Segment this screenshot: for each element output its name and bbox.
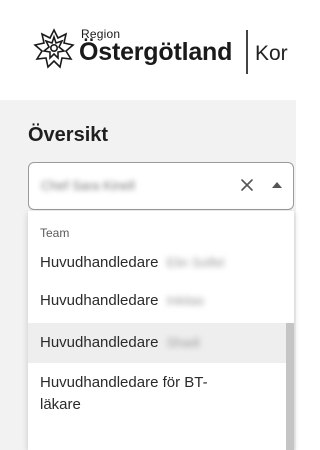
team-select[interactable]: Chef Sara Kinell xyxy=(28,162,294,210)
dropdown-menu: Team Huvudhandledare Elin Solfel Huvudha… xyxy=(28,211,294,450)
dropdown-option[interactable]: Huvudhandledare för BT- läkare xyxy=(28,364,286,426)
option-label: Huvudhandledare xyxy=(40,254,159,271)
option-detail: Shadi xyxy=(166,335,200,350)
app-header: Region Östergötland Kor xyxy=(0,0,296,100)
header-app-label[interactable]: Kor xyxy=(255,42,288,66)
main-content: Översikt Chef Sara Kinell Team Huvudhand… xyxy=(0,100,296,450)
group-label: Team xyxy=(40,226,70,240)
logo-text-big: Östergötland xyxy=(79,38,233,66)
option-label: Huvudhandledare för BT- xyxy=(40,374,208,391)
option-detail: Elin Solfel xyxy=(166,255,225,270)
select-value: Chef Sara Kinell xyxy=(41,178,135,193)
option-label: Huvudhandledare xyxy=(40,292,159,309)
dropdown-option[interactable]: Huvudhandledare Shadi xyxy=(28,323,286,363)
scrollbar-thumb[interactable] xyxy=(286,323,294,450)
caret-up-icon[interactable] xyxy=(267,175,287,195)
close-icon[interactable] xyxy=(235,173,259,197)
option-label-line2: läkare xyxy=(40,396,81,413)
region-logo-icon[interactable] xyxy=(32,26,76,70)
dropdown-option[interactable]: Huvudhandledare Elin Solfel xyxy=(28,244,286,282)
page-title: Översikt xyxy=(28,124,109,146)
dropdown-option[interactable]: Huvudhandledare Inkitas xyxy=(28,282,286,320)
option-label: Huvudhandledare xyxy=(40,334,159,351)
option-detail: Inkitas xyxy=(166,293,205,308)
header-divider xyxy=(246,30,248,74)
